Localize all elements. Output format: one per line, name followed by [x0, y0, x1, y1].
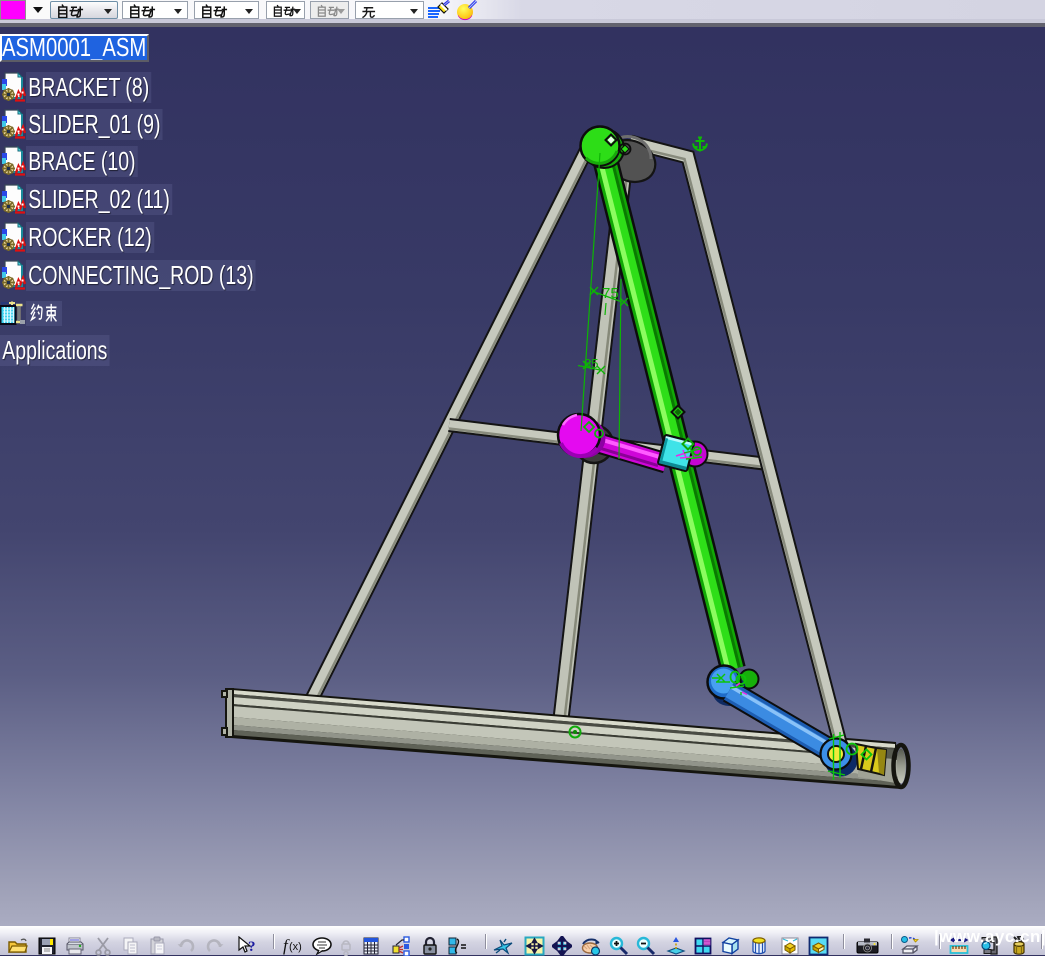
svg-text:?: ? — [248, 939, 256, 955]
svg-text:(x): (x) — [289, 941, 302, 953]
svg-text:75: 75 — [602, 285, 619, 302]
svg-text:85: 85 — [584, 356, 598, 371]
